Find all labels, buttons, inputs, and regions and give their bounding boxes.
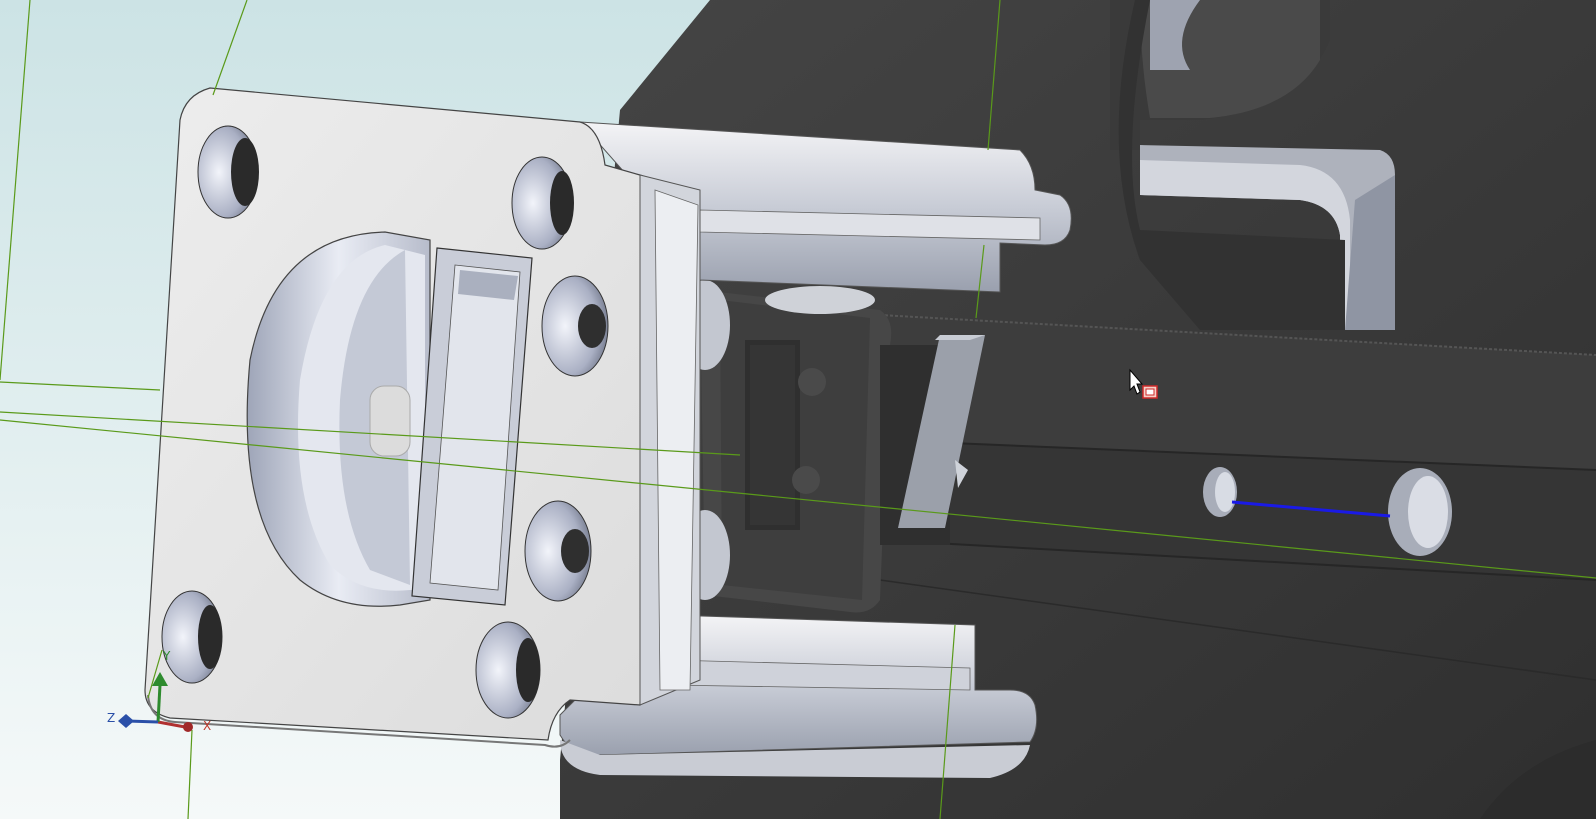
triad-y-label: Y <box>162 649 171 663</box>
triad-x-label: X <box>203 719 211 733</box>
endcap-plate-part[interactable] <box>144 87 701 748</box>
model-view[interactable]: X Y Z <box>0 0 1596 819</box>
cad-graphics-area[interactable]: X Y Z <box>0 0 1596 819</box>
part-icon <box>1142 385 1158 399</box>
triad-z-label: Z <box>107 711 115 725</box>
